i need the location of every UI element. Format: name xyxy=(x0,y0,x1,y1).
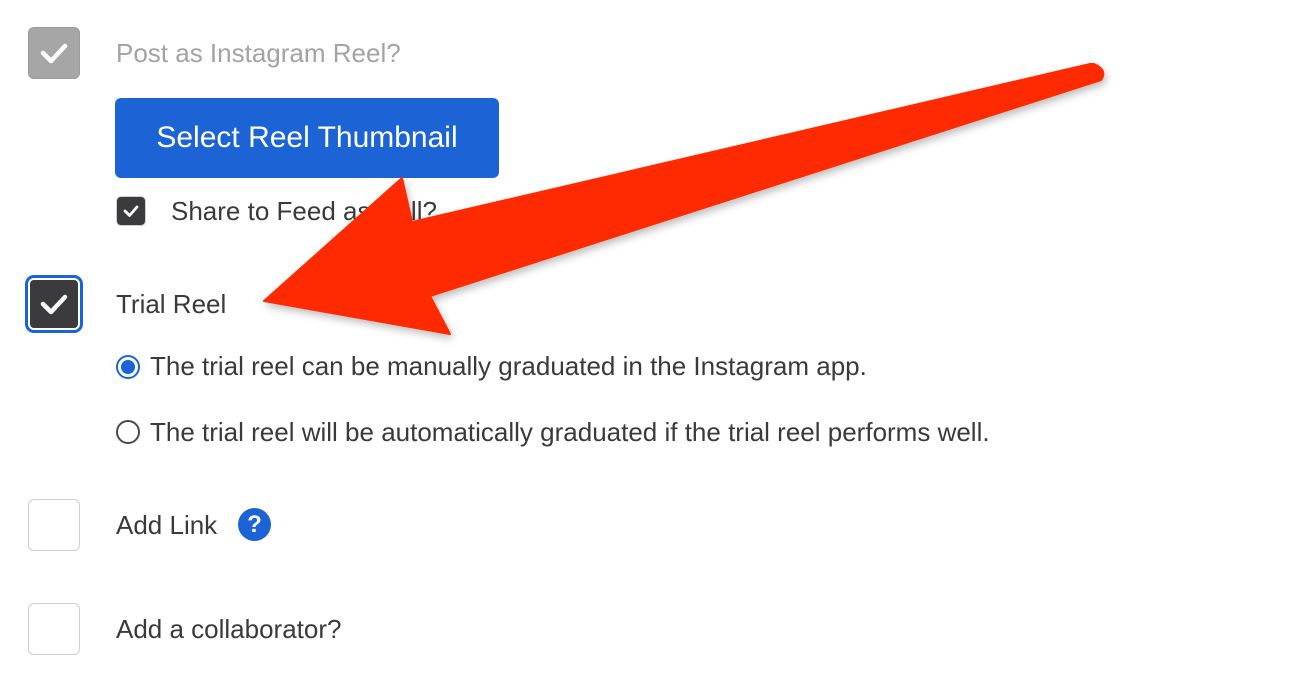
add-link-label: Add Link xyxy=(116,510,218,540)
trial-auto-radio[interactable] xyxy=(116,420,140,444)
check-icon xyxy=(40,43,68,64)
post-as-reel-label: Post as Instagram Reel? xyxy=(116,38,401,68)
add-link-checkbox[interactable] xyxy=(28,499,80,551)
help-symbol: ? xyxy=(247,510,262,538)
trial-manual-label: The trial reel can be manually graduated… xyxy=(150,351,867,381)
trial-reel-checkbox[interactable] xyxy=(28,278,80,330)
trial-auto-label: The trial reel will be automatically gra… xyxy=(150,417,990,447)
share-to-feed-label: Share to Feed as well? xyxy=(171,196,437,226)
select-reel-thumbnail-label: Select Reel Thumbnail xyxy=(156,121,458,154)
post-as-reel-checkbox[interactable] xyxy=(28,27,80,79)
add-collaborator-label: Add a collaborator? xyxy=(116,614,342,644)
trial-manual-radio[interactable] xyxy=(116,355,140,379)
select-reel-thumbnail-button[interactable]: Select Reel Thumbnail xyxy=(115,98,499,178)
add-collaborator-checkbox[interactable] xyxy=(28,603,80,655)
share-to-feed-checkbox[interactable] xyxy=(116,196,146,226)
trial-reel-label: Trial Reel xyxy=(116,289,227,319)
question-mark-icon[interactable]: ? xyxy=(238,508,271,541)
check-icon xyxy=(40,294,68,315)
check-icon xyxy=(123,205,139,217)
